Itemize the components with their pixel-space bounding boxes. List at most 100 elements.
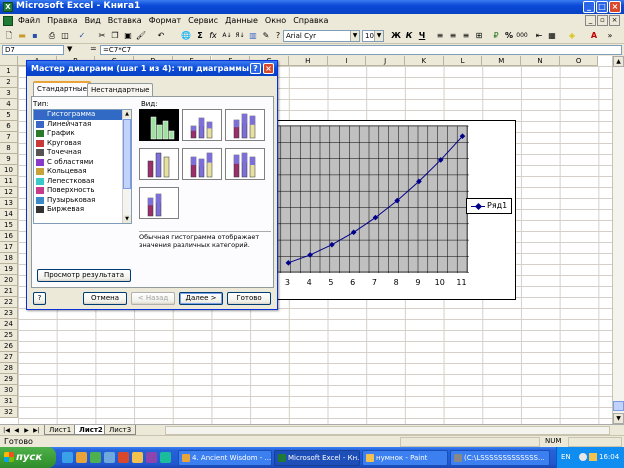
task-button-2[interactable]: Microsoft Excel - Кн... bbox=[274, 450, 360, 466]
row-header[interactable]: 3 bbox=[0, 88, 18, 99]
font-name-select[interactable]: Arial Cyr ▼ bbox=[283, 30, 360, 42]
maximize-icon[interactable]: □ bbox=[596, 1, 608, 13]
borders-icon[interactable]: ▦ bbox=[546, 30, 558, 42]
row-header[interactable]: 7 bbox=[0, 132, 18, 143]
dialog-title[interactable]: Мастер диаграмм (шаг 1 из 4): тип диагра… bbox=[27, 61, 277, 76]
tab-standard[interactable]: Стандартные bbox=[33, 81, 91, 96]
row-header[interactable]: 25 bbox=[0, 330, 18, 341]
namebox-dropdown-icon[interactable]: ▼ bbox=[67, 45, 72, 53]
chevron-down-icon[interactable]: ▼ bbox=[350, 31, 359, 41]
finish-button[interactable]: Готово bbox=[227, 292, 271, 305]
row-header[interactable]: 19 bbox=[0, 264, 18, 275]
row-header[interactable]: 29 bbox=[0, 374, 18, 385]
volume-icon[interactable] bbox=[579, 453, 587, 461]
row-header[interactable]: 17 bbox=[0, 242, 18, 253]
dialog-help-icon[interactable]: ? bbox=[250, 63, 261, 74]
row-header[interactable]: 22 bbox=[0, 297, 18, 308]
drawing-icon[interactable]: ✎ bbox=[260, 30, 272, 42]
preview-result-button[interactable]: Просмотр результата bbox=[37, 269, 131, 282]
scroll-thumb[interactable] bbox=[123, 119, 131, 189]
row-header[interactable]: 32 bbox=[0, 407, 18, 418]
chart-subtype-thumbnail[interactable] bbox=[225, 109, 265, 141]
font-color-icon[interactable]: A bbox=[588, 30, 600, 42]
column-header[interactable]: J bbox=[366, 56, 405, 66]
row-header[interactable]: 12 bbox=[0, 187, 18, 198]
menu-file[interactable]: Файл bbox=[18, 15, 40, 27]
series-line[interactable] bbox=[288, 135, 463, 264]
chart-subtype-thumbnail[interactable] bbox=[225, 148, 265, 180]
language-indicator[interactable]: EN bbox=[561, 453, 571, 461]
help-button[interactable]: ? bbox=[33, 292, 46, 305]
hyperlink-icon[interactable]: 🌐 bbox=[180, 30, 192, 42]
spelling-icon[interactable]: ✓ bbox=[76, 30, 88, 42]
task-button-4[interactable]: (C:\LSSSSSSSSSSSSS... bbox=[450, 450, 550, 466]
sort-asc-icon[interactable]: А↓ bbox=[221, 30, 233, 42]
italic-button[interactable]: К bbox=[403, 30, 415, 42]
back-button[interactable]: < Назад bbox=[131, 292, 175, 305]
row-header[interactable]: 27 bbox=[0, 352, 18, 363]
prev-sheet-icon[interactable]: ◀ bbox=[12, 426, 21, 435]
chart-type-list[interactable]: Гистограмма Линейчатая График Круговая Точеч… bbox=[33, 109, 132, 224]
start-button[interactable]: пуск bbox=[0, 447, 56, 468]
copy-icon[interactable]: ❐ bbox=[109, 30, 121, 42]
data-point[interactable] bbox=[350, 229, 357, 236]
row-header[interactable]: 4 bbox=[0, 99, 18, 110]
align-right-icon[interactable]: ≡ bbox=[460, 30, 472, 42]
first-sheet-icon[interactable]: |◀ bbox=[2, 426, 11, 435]
row-header[interactable]: 9 bbox=[0, 154, 18, 165]
chart-type-item[interactable]: Гистограмма bbox=[34, 110, 131, 120]
quicklaunch-app3-icon[interactable] bbox=[146, 452, 157, 463]
chart-type-item[interactable]: Пузырьковая bbox=[34, 196, 131, 206]
toolbar-options-icon[interactable]: » bbox=[604, 30, 616, 42]
quicklaunch-app2-icon[interactable] bbox=[132, 452, 143, 463]
format-painter-icon[interactable]: 🖌 bbox=[135, 30, 147, 42]
next-sheet-icon[interactable]: ▶ bbox=[22, 426, 31, 435]
chart-subtype-thumbnail[interactable] bbox=[182, 109, 222, 141]
row-header[interactable]: 2 bbox=[0, 77, 18, 88]
chart-type-item[interactable]: Лепестковая bbox=[34, 177, 131, 187]
next-button[interactable]: Далее > bbox=[179, 292, 223, 305]
column-header[interactable]: N bbox=[521, 56, 560, 66]
tab-custom[interactable]: Нестандартные bbox=[87, 83, 154, 96]
row-header[interactable]: 13 bbox=[0, 198, 18, 209]
print-preview-icon[interactable]: ◫ bbox=[59, 30, 71, 42]
undo-icon[interactable]: ↶ bbox=[155, 30, 167, 42]
data-point[interactable] bbox=[307, 252, 313, 258]
column-header[interactable]: I bbox=[327, 56, 367, 66]
excel-app-icon[interactable]: X bbox=[3, 2, 13, 12]
cancel-button[interactable]: Отмена bbox=[83, 292, 127, 305]
sheet-tab-3[interactable]: Лист3 bbox=[104, 425, 137, 435]
column-header[interactable]: K bbox=[405, 56, 444, 66]
percent-button[interactable]: % bbox=[503, 30, 515, 42]
row-header[interactable]: 18 bbox=[0, 253, 18, 264]
menu-edit[interactable]: Правка bbox=[47, 15, 77, 27]
new-icon[interactable]: 🗋 bbox=[3, 30, 15, 42]
fill-color-icon[interactable]: ◈ bbox=[566, 30, 578, 42]
vertical-scrollbar[interactable]: ▲ ▼ bbox=[612, 56, 624, 424]
name-box[interactable]: D7 bbox=[2, 45, 64, 55]
sort-desc-icon[interactable]: Я↓ bbox=[234, 30, 246, 42]
close-icon[interactable]: × bbox=[609, 1, 621, 13]
autosum-icon[interactable]: Σ bbox=[194, 30, 206, 42]
merge-center-icon[interactable]: ⊞ bbox=[473, 30, 485, 42]
row-header[interactable]: 5 bbox=[0, 110, 18, 121]
row-header[interactable]: 28 bbox=[0, 363, 18, 374]
doc-minimize-icon[interactable]: _ bbox=[585, 15, 596, 26]
currency-icon[interactable]: ₽ bbox=[490, 30, 502, 42]
paste-icon[interactable]: ▣ bbox=[122, 30, 134, 42]
column-header[interactable]: L bbox=[443, 56, 483, 66]
chart-type-item[interactable]: График bbox=[34, 129, 131, 139]
row-header[interactable]: 1 bbox=[0, 66, 18, 77]
select-all-corner[interactable] bbox=[0, 56, 18, 66]
chart-type-item[interactable]: Кольцевая bbox=[34, 167, 131, 177]
menu-help[interactable]: Справка bbox=[293, 15, 328, 27]
sheet-tab-2[interactable]: Лист2 bbox=[74, 425, 108, 435]
chart-subtype-thumbnail[interactable] bbox=[139, 148, 179, 180]
column-header[interactable]: O bbox=[559, 56, 599, 66]
quicklaunch-media-icon[interactable] bbox=[90, 452, 101, 463]
function-icon[interactable]: fx bbox=[207, 30, 219, 42]
chart-subtype-thumbnail[interactable] bbox=[139, 109, 179, 141]
task-button-3[interactable]: нумнок - Paint bbox=[362, 450, 448, 466]
doc-restore-icon[interactable]: ▫ bbox=[597, 15, 608, 26]
dialog-close-icon[interactable]: × bbox=[263, 63, 274, 74]
